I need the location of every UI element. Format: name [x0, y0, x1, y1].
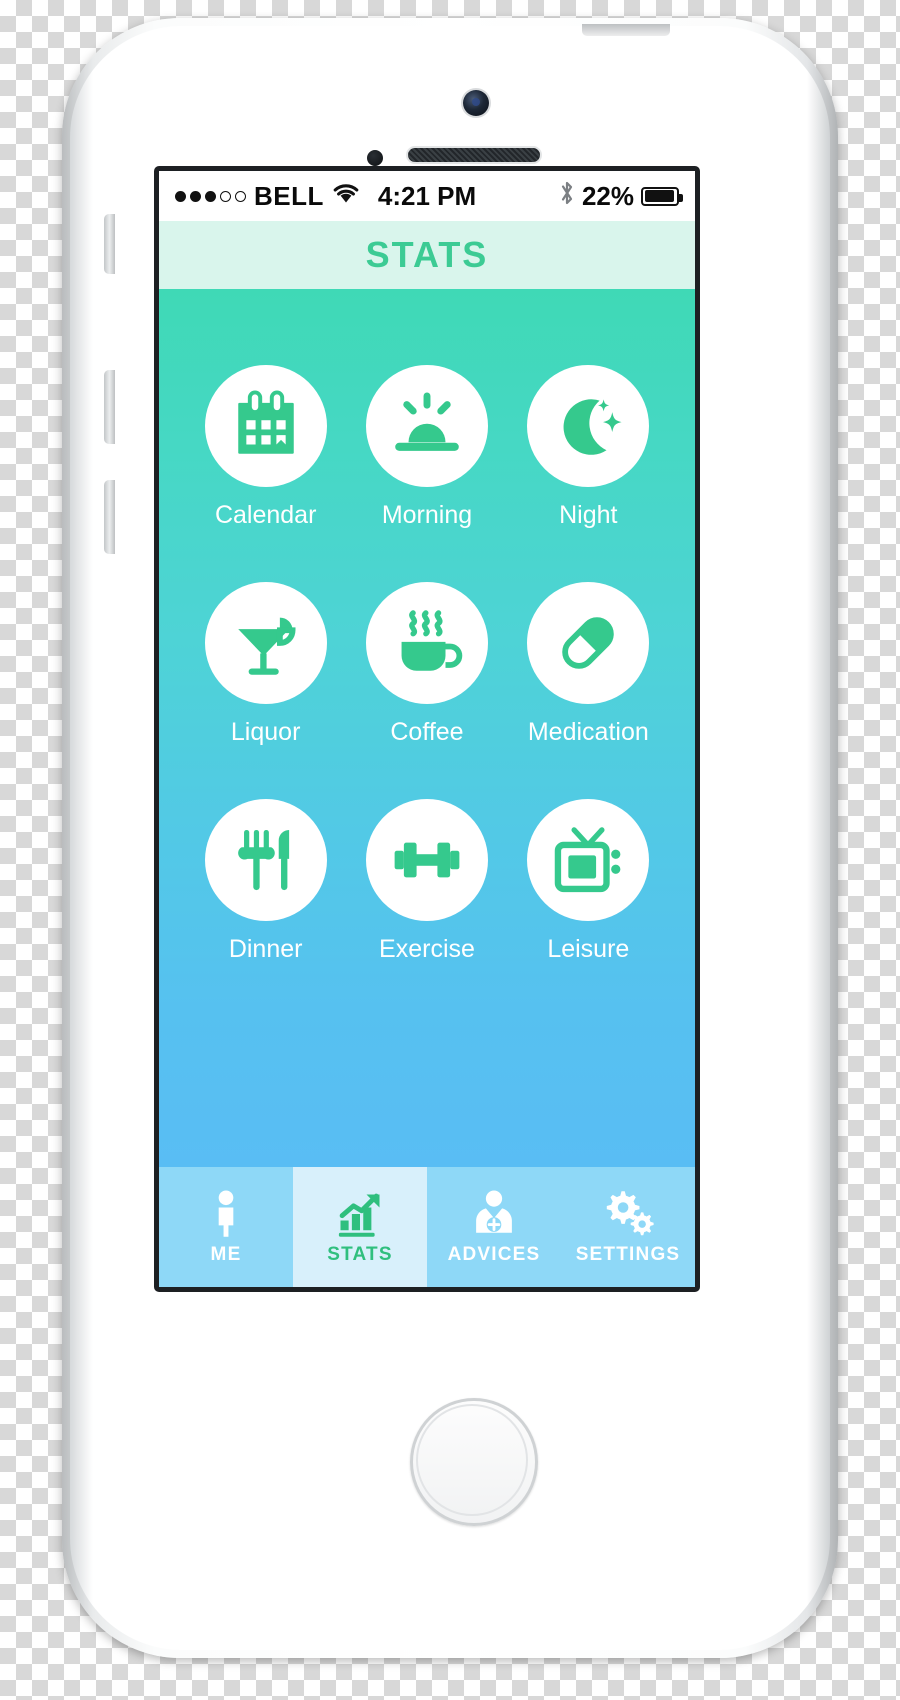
grid-item-calendar[interactable]: Calendar [185, 365, 346, 530]
tab-settings[interactable]: SETTINGS [561, 1167, 695, 1287]
signal-strength-icon [175, 190, 246, 202]
bar-chart-icon [334, 1188, 386, 1240]
grid-item-morning[interactable]: Morning [346, 365, 507, 530]
grid-item-exercise[interactable]: Exercise [346, 799, 507, 964]
earpiece-speaker [406, 146, 542, 164]
tab-label: SETTINGS [575, 1244, 681, 1265]
grid-item-label: Morning [381, 501, 473, 529]
television-icon [527, 799, 650, 921]
fork-knife-icon [204, 799, 327, 921]
wifi-icon [332, 182, 360, 211]
tab-label: ME [210, 1244, 242, 1265]
battery-percent-label: 22% [581, 180, 635, 211]
grid-item-medication[interactable]: Medication [508, 582, 669, 747]
cocktail-glass-icon [204, 582, 327, 704]
coffee-cup-icon [365, 582, 488, 704]
moon-stars-icon [527, 365, 650, 487]
navigation-bar: STATS [159, 221, 695, 289]
home-button-ring [416, 1404, 528, 1516]
pill-capsule-icon [527, 582, 650, 704]
grid-item-coffee[interactable]: Coffee [346, 582, 507, 747]
status-bar-right: 22% [476, 180, 684, 213]
grid-item-label: Night [559, 501, 618, 529]
volume-down-button[interactable] [104, 480, 115, 554]
grid-item-label: Liquor [230, 718, 301, 746]
app-screen: BELL 4:21 PM 22% STATS Calendar Morning … [159, 171, 695, 1287]
status-bar: BELL 4:21 PM 22% [159, 171, 695, 221]
status-bar-left: BELL [175, 181, 378, 212]
carrier-label: BELL [254, 180, 324, 211]
camera-lens-highlight [472, 98, 480, 106]
tab-stats[interactable]: STATS [293, 1167, 427, 1287]
phone-device: BELL 4:21 PM 22% STATS Calendar Morning … [62, 18, 838, 1658]
screen-bezel: BELL 4:21 PM 22% STATS Calendar Morning … [154, 166, 700, 1292]
power-button[interactable] [582, 24, 670, 36]
grid-item-dinner[interactable]: Dinner [185, 799, 346, 964]
tab-label: ADVICES [447, 1244, 541, 1265]
doctor-icon [468, 1188, 520, 1240]
main-content: Calendar Morning Night Liquor Coffee Med… [159, 289, 695, 1167]
bottom-tab-bar: ME STATS ADVICES SETTINGS [159, 1167, 695, 1287]
sunrise-icon [365, 365, 488, 487]
grid-item-liquor[interactable]: Liquor [185, 582, 346, 747]
home-button[interactable] [410, 1398, 538, 1526]
proximity-sensor [367, 150, 383, 166]
clock-label: 4:21 PM [377, 180, 477, 211]
grid-item-label: Exercise [379, 935, 475, 963]
grid-item-night[interactable]: Night [508, 365, 669, 530]
stats-category-grid: Calendar Morning Night Liquor Coffee Med… [159, 289, 695, 964]
silent-switch[interactable] [104, 214, 115, 274]
grid-item-label: Coffee [390, 718, 464, 746]
grid-item-label: Calendar [214, 501, 317, 529]
grid-item-label: Dinner [228, 935, 303, 963]
tab-me[interactable]: ME [159, 1167, 293, 1287]
grid-item-label: Medication [527, 718, 649, 746]
tab-label: STATS [327, 1244, 393, 1265]
volume-up-button[interactable] [104, 370, 115, 444]
calendar-icon [204, 365, 327, 487]
gears-icon [602, 1188, 654, 1240]
grid-item-leisure[interactable]: Leisure [508, 799, 669, 964]
battery-icon [641, 186, 684, 206]
page-title: STATS [365, 234, 489, 275]
grid-item-label: Leisure [547, 935, 630, 963]
front-camera-icon [463, 90, 489, 116]
person-icon [200, 1188, 252, 1240]
bluetooth-icon [559, 180, 575, 213]
tab-advices[interactable]: ADVICES [427, 1167, 561, 1287]
dumbbell-icon [365, 799, 488, 921]
